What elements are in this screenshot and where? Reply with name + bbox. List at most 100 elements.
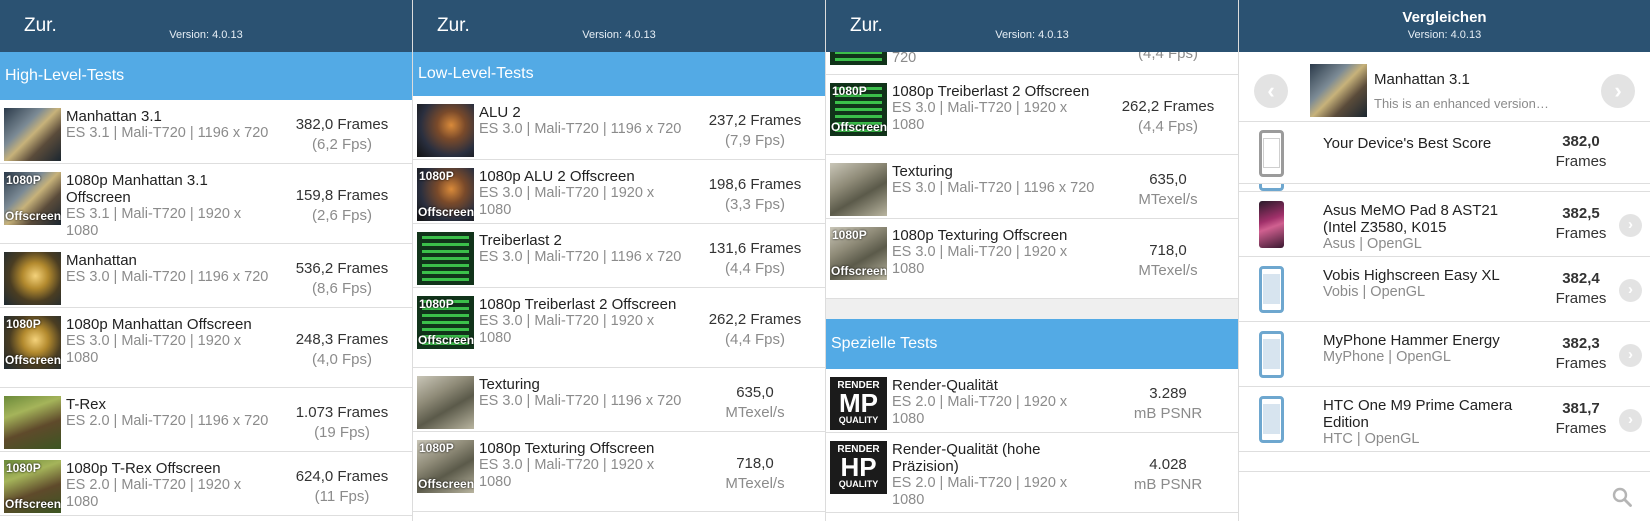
test-thumbnail (417, 232, 474, 285)
test-name: Texturing (892, 163, 953, 180)
device-name: Asus MeMO Pad 8 AST21 (Intel Z3580, K015 (1323, 202, 1499, 236)
test-name: 1080p Texturing Offscreen (479, 440, 655, 457)
badge-1080p: 1080P (832, 228, 867, 242)
test-score: 198,6 Frames (708, 176, 802, 193)
page-title: Vergleichen (1402, 9, 1487, 26)
test-thumbnail (417, 104, 474, 157)
test-name: T-Rex (66, 396, 107, 413)
device-api: Asus | OpenGL (1323, 236, 1422, 252)
search-bar[interactable] (1239, 471, 1650, 521)
device-score-unit: Frames (1555, 420, 1607, 437)
test-name: 1080p Manhattan 3.1 Offscreen (66, 172, 208, 206)
test-row[interactable]: ALU 2 ES 3.0 | Mali-T720 | 1196 x 720 23… (413, 96, 825, 160)
test-spec: ES 2.0 | Mali-T720 | 1920 x 1080 (892, 475, 1068, 508)
test-name: Render-Qualität (892, 377, 998, 394)
compare-test-header: ‹ Manhattan 3.1 This is an enhanced vers… (1239, 52, 1650, 122)
test-spec: 720 (892, 52, 917, 66)
device-row[interactable]: Asus MeMO Pad 8 AST21 (Intel Z3580, K015… (1239, 192, 1650, 257)
test-row[interactable]: 1080P Offscreen 1080p ALU 2 Offscreen ES 3… (413, 160, 825, 224)
test-name: Texturing (479, 376, 540, 393)
test-score: 635,0 (1149, 171, 1187, 188)
test-score: 159,8 Frames (295, 187, 389, 204)
test-secondary: (4,4 Fps) (1137, 118, 1198, 135)
test-spec: ES 3.0 | Mali-T720 | 1920 x 1080 (892, 244, 1068, 277)
device-icon (1259, 201, 1284, 248)
test-thumbnail: 1080P Offscreen (4, 172, 61, 225)
test-score: 635,0 (736, 384, 774, 401)
test-secondary: (4,0 Fps) (311, 351, 372, 368)
best-score-row: Your Device's Best Score 382,0 Frames (1239, 122, 1650, 184)
test-row[interactable]: 1080P Offscreen 1080p Texturing Offscreen … (413, 432, 825, 512)
test-row[interactable]: RENDER MP QUALITY Render-Qualität ES 2.0 | … (826, 369, 1238, 433)
test-row[interactable]: 1080P Offscreen 1080p Treiberlast 2 Offscr… (413, 288, 825, 368)
test-score: 536,2 Frames (295, 260, 389, 277)
device-score: 382,3 (1562, 335, 1600, 352)
test-thumbnail: 1080P Offscreen (417, 296, 474, 349)
device-icon (1259, 130, 1284, 177)
test-secondary: (4,4 Fps) (1137, 52, 1198, 62)
test-spec: ES 3.0 | Mali-T720 | 1920 x 1080 (479, 457, 655, 490)
compare-test-name: Manhattan 3.1 (1374, 71, 1470, 88)
badge-offscreen: Offscreen (5, 209, 61, 223)
test-row[interactable]: 1080P Offscreen 1080p Manhattan Offscreen … (0, 308, 412, 388)
panel-compare: Vergleichen Version: 4.0.13 ‹ Manhattan … (1239, 0, 1650, 521)
test-row[interactable]: Manhattan ES 3.0 | Mali-T720 | 1196 x 72… (0, 244, 412, 308)
version-label: Version: 4.0.13 (582, 29, 656, 41)
best-score-label: Your Device's Best Score (1323, 135, 1492, 152)
test-score: 262,2 Frames (1121, 98, 1215, 115)
panel-low-level: Zur. Version: 4.0.13 Low-Level-Tests ALU… (413, 0, 825, 521)
test-row[interactable]: 1080P Offscreen 1080p T-Rex Offscreen ES 2… (0, 452, 412, 516)
device-score-unit: Frames (1555, 225, 1607, 242)
test-secondary: (7,9 Fps) (724, 132, 785, 149)
test-score: 382,0 Frames (295, 116, 389, 133)
test-thumbnail: 1080P Offscreen (4, 460, 61, 513)
test-row[interactable]: 1080P Offscreen 1080p Manhattan 3.1 Offscr… (0, 164, 412, 244)
device-score-unit: Frames (1555, 355, 1607, 372)
compare-test-description: This is an enhanced version of t... (1374, 96, 1549, 111)
test-thumbnail (4, 252, 61, 305)
test-thumbnail (4, 396, 61, 449)
device-row[interactable]: MyPhone Hammer Energy MyPhone | OpenGL 3… (1239, 322, 1650, 387)
test-row[interactable]: 1080P Offscreen 1080p Texturing Offscreen … (826, 219, 1238, 299)
section-low-level-tests: Low-Level-Tests (413, 52, 825, 96)
list-item-partial[interactable]: 720 (4,4 Fps) (826, 52, 1238, 75)
test-score: 718,0 (736, 455, 774, 472)
test-score: 4.028 (1149, 456, 1187, 473)
test-thumbnail (4, 108, 61, 161)
device-row[interactable]: Vobis Highscreen Easy XL Vobis | OpenGL … (1239, 257, 1650, 322)
device-row[interactable]: HTC One M9 Prime Camera Edition HTC | Op… (1239, 387, 1650, 452)
test-secondary: (4,4 Fps) (724, 331, 785, 348)
device-api: MyPhone | OpenGL (1323, 349, 1451, 365)
chevron-right-icon[interactable]: › (1619, 409, 1642, 432)
test-row[interactable]: Manhattan 3.1 ES 3.1 | Mali-T720 | 1196 … (0, 100, 412, 164)
chevron-right-icon[interactable]: › (1619, 279, 1642, 302)
test-row[interactable]: T-Rex ES 2.0 | Mali-T720 | 1196 x 720 1.… (0, 388, 412, 452)
next-test-button[interactable]: › (1601, 74, 1635, 108)
test-secondary: (2,6 Fps) (311, 207, 372, 224)
device-icon (1259, 331, 1284, 378)
test-spec: ES 3.0 | Mali-T720 | 1196 x 720 (479, 393, 682, 409)
test-secondary: (8,6 Fps) (311, 280, 372, 297)
test-spec: ES 3.0 | Mali-T720 | 1196 x 720 (892, 180, 1095, 196)
test-row[interactable]: Treiberlast 2 ES 3.0 | Mali-T720 | 1196 … (413, 224, 825, 288)
test-spec: ES 3.1 | Mali-T720 | 1196 x 720 (66, 125, 269, 141)
section-special-tests: Spezielle Tests (826, 319, 1238, 369)
test-score: 237,2 Frames (708, 112, 802, 129)
test-row[interactable]: 1080P Offscreen 1080p Treiberlast 2 Offscr… (826, 75, 1238, 155)
test-spec: ES 3.0 | Mali-T720 | 1920 x 1080 (892, 100, 1068, 133)
test-score: 3.289 (1149, 385, 1187, 402)
app-header: Zur. Version: 4.0.13 (826, 0, 1238, 52)
test-row[interactable]: Texturing ES 3.0 | Mali-T720 | 1196 x 72… (413, 368, 825, 432)
quality-thumbnail: RENDER HP QUALITY (830, 441, 887, 494)
prev-test-button[interactable]: ‹ (1254, 74, 1288, 108)
test-secondary: MTexel/s (1138, 262, 1198, 279)
test-row[interactable]: RENDER HP QUALITY Render-Qualität (hohe Prä… (826, 433, 1238, 513)
badge-offscreen: Offscreen (418, 477, 474, 491)
test-spec: ES 3.0 | Mali-T720 | 1196 x 720 (66, 269, 269, 285)
test-thumbnail (830, 52, 887, 65)
chevron-right-icon[interactable]: › (1619, 214, 1642, 237)
device-api: HTC | OpenGL (1323, 431, 1420, 447)
test-row[interactable]: Texturing ES 3.0 | Mali-T720 | 1196 x 72… (826, 155, 1238, 219)
chevron-right-icon[interactable]: › (1619, 344, 1642, 367)
search-icon[interactable] (1612, 487, 1632, 507)
